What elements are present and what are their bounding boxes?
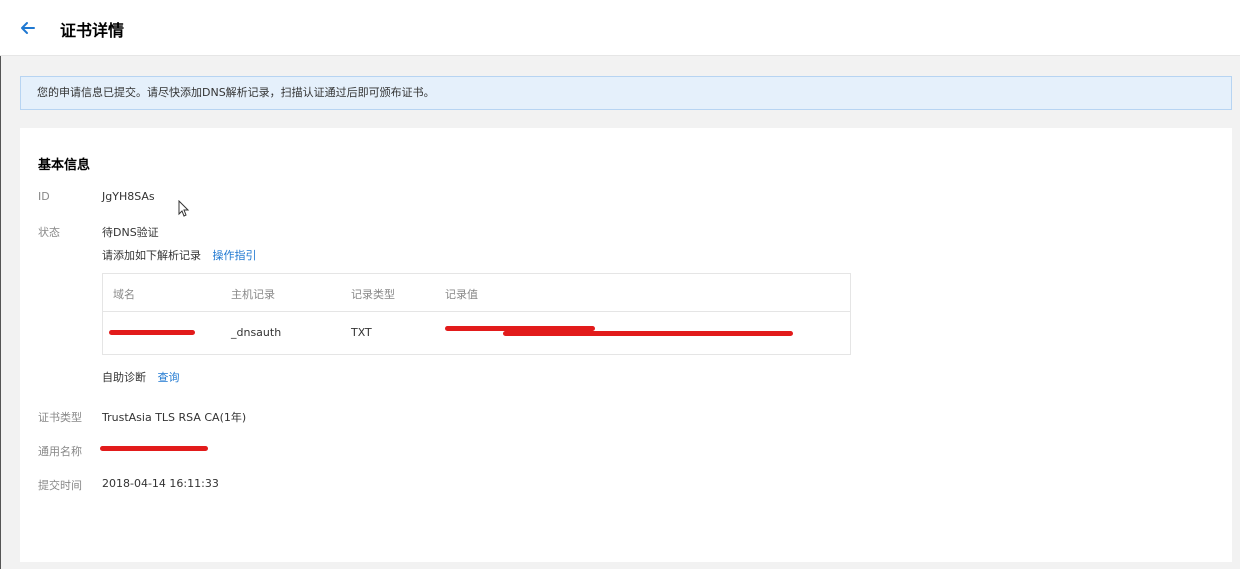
self-diagnose-row: 自助诊断 查询	[102, 369, 180, 385]
status-label: 状态	[38, 226, 60, 239]
section-title: 基本信息	[38, 158, 91, 173]
column-header-type: 记录类型	[351, 288, 395, 301]
add-record-hint: 请添加如下解析记录 操作指引	[102, 247, 257, 263]
add-record-hint-text: 请添加如下解析记录	[102, 249, 201, 262]
column-header-value: 记录值	[445, 288, 478, 301]
self-diagnose-label: 自助诊断	[102, 371, 146, 384]
page-title: 证书详情	[60, 21, 125, 40]
record-type-cell: TXT	[351, 326, 372, 339]
redacted-common-name	[100, 446, 208, 451]
id-label: ID	[38, 190, 50, 203]
table-row: _dnsauth TXT	[103, 312, 850, 354]
submit-time-label: 提交时间	[38, 479, 82, 492]
redacted-value-2	[503, 331, 793, 336]
common-name-label: 通用名称	[38, 445, 82, 458]
arrow-left-icon[interactable]	[18, 18, 38, 38]
info-notice: 您的申请信息已提交。请尽快添加DNS解析记录，扫描认证通过后即可颁布证书。	[20, 76, 1232, 110]
submit-time-value: 2018-04-14 16:11:33	[102, 477, 219, 490]
basic-info-card: 基本信息 ID JgYH8SAs 状态 待DNS验证 请添加如下解析记录 操作指…	[20, 128, 1232, 562]
mouse-pointer-icon	[178, 200, 190, 217]
id-value: JgYH8SAs	[102, 190, 155, 203]
query-link[interactable]: 查询	[158, 371, 180, 384]
redacted-domain	[109, 330, 195, 335]
status-value: 待DNS验证	[102, 226, 159, 239]
dns-record-table: 域名 主机记录 记录类型 记录值 _dnsauth TXT	[102, 273, 851, 355]
page-header: 证书详情	[0, 0, 1240, 56]
cert-type-label: 证书类型	[38, 411, 82, 424]
guide-link[interactable]: 操作指引	[213, 249, 257, 262]
column-header-domain: 域名	[113, 288, 135, 301]
column-header-host: 主机记录	[231, 288, 275, 301]
table-header-row: 域名 主机记录 记录类型 记录值	[103, 274, 850, 312]
host-record-cell: _dnsauth	[231, 326, 282, 339]
cert-type-value: TrustAsia TLS RSA CA(1年)	[102, 411, 247, 424]
